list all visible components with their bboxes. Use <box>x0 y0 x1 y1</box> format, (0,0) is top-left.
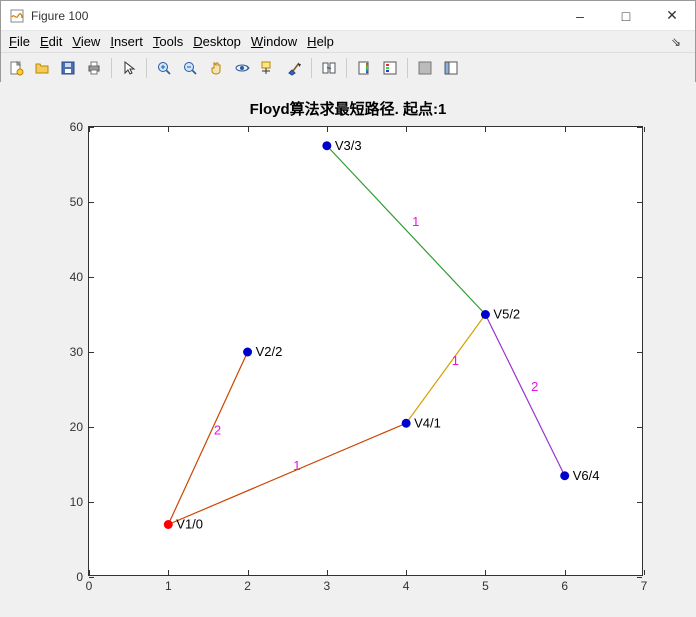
save-icon[interactable] <box>57 57 79 79</box>
maximize-button[interactable]: □ <box>603 1 649 30</box>
open-folder-icon[interactable] <box>31 57 53 79</box>
rotate-3d-icon[interactable] <box>231 57 253 79</box>
x-tick-label: 2 <box>244 575 251 593</box>
pan-icon[interactable] <box>205 57 227 79</box>
menu-insert[interactable]: Insert <box>106 32 147 51</box>
chart-title: Floyd算法求最短路径. 起点:1 <box>10 98 686 119</box>
y-tick-label: 40 <box>70 270 89 284</box>
edge-weight-label: 2 <box>214 422 221 437</box>
dock-icon[interactable] <box>440 57 462 79</box>
menu-help[interactable]: Help <box>303 32 338 51</box>
plot-area: Floyd算法求最短路径. 起点:1 2 1 1 1 2 V1/0 V2/2 V3/3 V4/1… <box>0 82 696 617</box>
print-icon[interactable] <box>83 57 105 79</box>
legend-icon[interactable] <box>379 57 401 79</box>
colorbar-icon[interactable] <box>353 57 375 79</box>
graph-node <box>164 520 173 529</box>
y-tick-label: 20 <box>70 420 89 434</box>
y-tick-label: 50 <box>70 195 89 209</box>
window-titlebar: Figure 100 – □ ✕ <box>1 1 695 31</box>
hide-plot-icon[interactable] <box>414 57 436 79</box>
graph-edge <box>406 315 485 424</box>
x-tick-label: 4 <box>403 575 410 593</box>
window-controls: – □ ✕ <box>557 1 695 30</box>
node-label: V5/2 <box>493 307 520 322</box>
x-tick-label: 6 <box>561 575 568 593</box>
graph-node <box>243 348 252 357</box>
pointer-icon[interactable] <box>118 57 140 79</box>
graph-node <box>322 141 331 150</box>
edge-weight-label: 2 <box>531 379 538 394</box>
node-label: V1/0 <box>176 517 203 532</box>
axes[interactable]: 21112V1/0V2/2V3/3V4/1V5/2V6/4 0102030405… <box>88 126 643 576</box>
menu-view[interactable]: View <box>68 32 104 51</box>
graph-edge <box>168 352 247 525</box>
zoom-in-icon[interactable] <box>153 57 175 79</box>
y-tick-label: 10 <box>70 495 89 509</box>
node-label: V3/3 <box>335 138 362 153</box>
zoom-out-icon[interactable] <box>179 57 201 79</box>
data-cursor-icon[interactable] <box>257 57 279 79</box>
menu-window[interactable]: Window <box>247 32 301 51</box>
toolbar: ▾ <box>1 53 695 83</box>
edge-weight-label: 1 <box>452 353 459 368</box>
x-tick-label: 7 <box>641 575 648 593</box>
app-icon <box>9 8 25 24</box>
menu-edit[interactable]: Edit <box>36 32 66 51</box>
close-button[interactable]: ✕ <box>649 1 695 30</box>
y-tick-label: 60 <box>70 120 89 134</box>
edge-weight-label: 1 <box>293 458 300 473</box>
menu-desktop[interactable]: Desktop <box>189 32 245 51</box>
menu-file[interactable]: File <box>5 32 34 51</box>
minimize-button[interactable]: – <box>557 1 603 30</box>
node-label: V6/4 <box>573 468 600 483</box>
svg-text:▾: ▾ <box>298 63 301 69</box>
dock-menu-icon[interactable]: ⇘ <box>661 35 691 49</box>
graph-node <box>560 471 569 480</box>
y-tick-label: 30 <box>70 345 89 359</box>
edge-weight-label: 1 <box>412 214 419 229</box>
menubar: File Edit View Insert Tools Desktop Wind… <box>1 31 695 53</box>
new-file-icon[interactable] <box>5 57 27 79</box>
node-label: V2/2 <box>256 344 283 359</box>
graph-edge <box>485 315 564 476</box>
x-tick-label: 0 <box>86 575 93 593</box>
x-tick-label: 3 <box>324 575 331 593</box>
graph-node <box>402 419 411 428</box>
brush-icon[interactable]: ▾ <box>283 57 305 79</box>
node-label: V4/1 <box>414 415 441 430</box>
graph-node <box>481 310 490 319</box>
x-tick-label: 1 <box>165 575 172 593</box>
link-plot-icon[interactable] <box>318 57 340 79</box>
chart-canvas: 2 1 1 1 2 V1/0 V2/2 V3/3 V4/1 V5/2 V6/4 <box>89 127 642 575</box>
graph-edge <box>327 146 486 315</box>
x-tick-label: 5 <box>482 575 489 593</box>
menu-tools[interactable]: Tools <box>149 32 187 51</box>
window-title: Figure 100 <box>31 9 557 23</box>
graph-edge <box>168 423 406 524</box>
